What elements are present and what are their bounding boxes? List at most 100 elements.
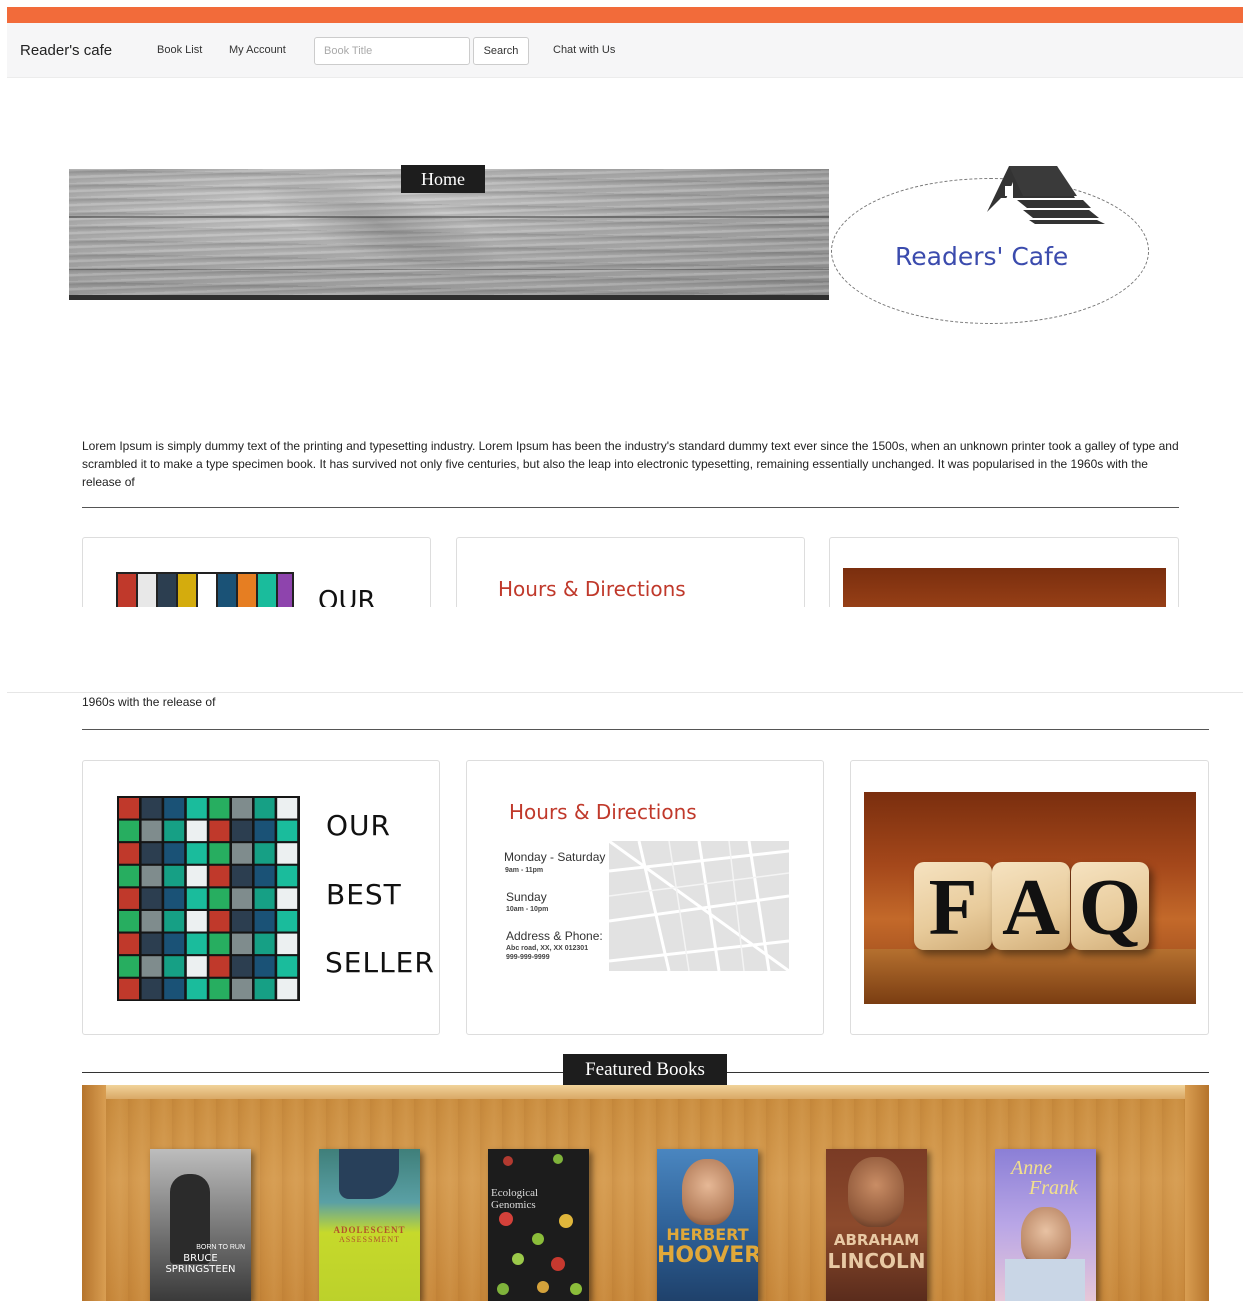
collage-book <box>186 956 207 977</box>
book-title-search-input[interactable] <box>314 37 470 65</box>
collage-book <box>186 888 207 909</box>
collage-book <box>119 798 139 819</box>
cover-portrait <box>682 1159 734 1225</box>
book-title: HERBERT <box>666 1225 749 1244</box>
faq-cube-q: Q <box>1071 862 1149 952</box>
collage-book <box>209 956 230 977</box>
page: Reader's cafe Book List My Account Searc… <box>0 0 1243 1301</box>
address-text: Abc road, XX, XX 012301 <box>506 945 589 952</box>
divider <box>82 729 1209 730</box>
cards-row-clipped: OUR Hours & Directions <box>0 537 1243 607</box>
book-cover-anne-frank[interactable]: Anne Frank <box>995 1149 1096 1301</box>
collage-book <box>119 888 139 909</box>
map-streets <box>609 841 789 971</box>
weekday-label: Monday - Saturday <box>504 850 606 864</box>
collage-book <box>209 820 230 842</box>
faq-cube-a: A <box>992 862 1070 952</box>
home-label[interactable]: Home <box>401 165 485 193</box>
collage-book <box>232 820 252 842</box>
cover-shoe <box>339 1149 399 1199</box>
nav-my-account[interactable]: My Account <box>229 44 286 56</box>
book-title: Ecological <box>491 1187 539 1199</box>
faq-cube-f: F <box>914 862 992 952</box>
best-seller-card[interactable]: OUR <box>82 537 431 607</box>
hours-directions-card[interactable]: Hours & Directions <box>456 537 805 607</box>
weekday-hours: 9am - 11pm <box>505 867 544 874</box>
collage-book <box>254 798 275 819</box>
book-cover-born-to-run[interactable]: BORN TO RUN BRUCE SPRINGSTEEN <box>150 1149 251 1301</box>
book-subtitle: ASSESSMENT <box>338 1235 401 1244</box>
book-subtitle: LINCOLN <box>827 1249 926 1273</box>
directions-map[interactable] <box>609 841 789 971</box>
collage-book <box>186 978 207 1000</box>
collage-book <box>254 911 275 932</box>
collage-book <box>141 978 162 1000</box>
book-cover-adolescent-assessment[interactable]: ADOLESCENT ASSESSMENT <box>319 1149 420 1301</box>
collage-book <box>277 843 298 864</box>
book-cover-herbert-hoover[interactable]: HERBERT HOOVER <box>657 1149 758 1301</box>
hours-directions-title: Hours & Directions <box>498 577 686 601</box>
collage-book <box>232 798 252 819</box>
collage-book <box>186 933 207 955</box>
best-seller-word-best: BEST <box>326 878 402 911</box>
collage-book <box>164 798 185 819</box>
collage-book <box>141 843 162 864</box>
shelf-side <box>82 1085 106 1301</box>
divider <box>82 507 1179 508</box>
shelf-side <box>1185 1085 1209 1301</box>
collage-book <box>186 798 207 819</box>
sunday-hours: 10am - 10pm <box>506 906 549 913</box>
readers-cafe-logo: Readers' Cafe <box>829 160 1151 328</box>
bookshelf: BORN TO RUN BRUCE SPRINGSTEEN ADOLESCENT… <box>82 1085 1209 1301</box>
book-collage-image <box>117 796 300 1001</box>
collage-book <box>254 978 275 1000</box>
cover-clothing <box>1005 1259 1085 1301</box>
collage-book <box>186 865 207 887</box>
book-subtitle: Genomics <box>491 1199 536 1211</box>
collage-book <box>119 911 139 932</box>
collage-book <box>119 843 139 864</box>
best-seller-card[interactable]: OUR BEST SELLER <box>82 760 440 1035</box>
collage-book <box>209 888 230 909</box>
house-icon <box>987 166 1105 224</box>
collage-book <box>209 798 230 819</box>
collage-book <box>119 820 139 842</box>
section-separator <box>7 692 1243 693</box>
book-cover-ecological-genomics[interactable]: Ecological Genomics <box>488 1149 589 1301</box>
collage-book <box>277 888 298 909</box>
collage-book <box>254 933 275 955</box>
hours-directions-title: Hours & Directions <box>509 800 697 824</box>
book-title: ADOLESCENT <box>333 1225 406 1235</box>
brand-link[interactable]: Reader's cafe <box>20 42 112 59</box>
top-accent-bar <box>7 7 1243 23</box>
collage-book <box>164 956 185 977</box>
faq-card[interactable] <box>829 537 1179 607</box>
faq-image: F A Q <box>864 792 1196 1004</box>
collage-book <box>277 865 298 887</box>
collage-book <box>141 911 162 932</box>
faq-table-surface <box>864 949 1196 1004</box>
best-seller-word-our: OUR <box>318 586 376 607</box>
collage-book <box>141 865 162 887</box>
search-button[interactable]: Search <box>473 37 529 65</box>
book-title: ABRAHAM <box>833 1231 920 1249</box>
wood-crack <box>69 216 829 218</box>
best-seller-word-our: OUR <box>326 809 391 842</box>
collage-book <box>277 933 298 955</box>
best-seller-word-seller: SELLER <box>325 946 435 979</box>
sunday-label: Sunday <box>506 890 547 904</box>
book-subtitle: Frank <box>1029 1177 1078 1199</box>
nav-book-list[interactable]: Book List <box>157 44 202 56</box>
collage-book <box>164 978 185 1000</box>
collage-book <box>119 865 139 887</box>
collage-book <box>232 911 252 932</box>
book-cover-abraham-lincoln[interactable]: ABRAHAM LINCOLN <box>826 1149 927 1301</box>
collage-book <box>209 978 230 1000</box>
collage-book <box>232 933 252 955</box>
collage-book <box>277 798 298 819</box>
book-subtitle: HOOVER <box>657 1243 758 1268</box>
faq-card[interactable]: F A Q <box>850 760 1209 1035</box>
collage-book <box>209 911 230 932</box>
nav-chat-with-us[interactable]: Chat with Us <box>553 44 615 56</box>
hours-directions-card[interactable]: Hours & Directions Monday - Saturday 9am… <box>466 760 824 1035</box>
